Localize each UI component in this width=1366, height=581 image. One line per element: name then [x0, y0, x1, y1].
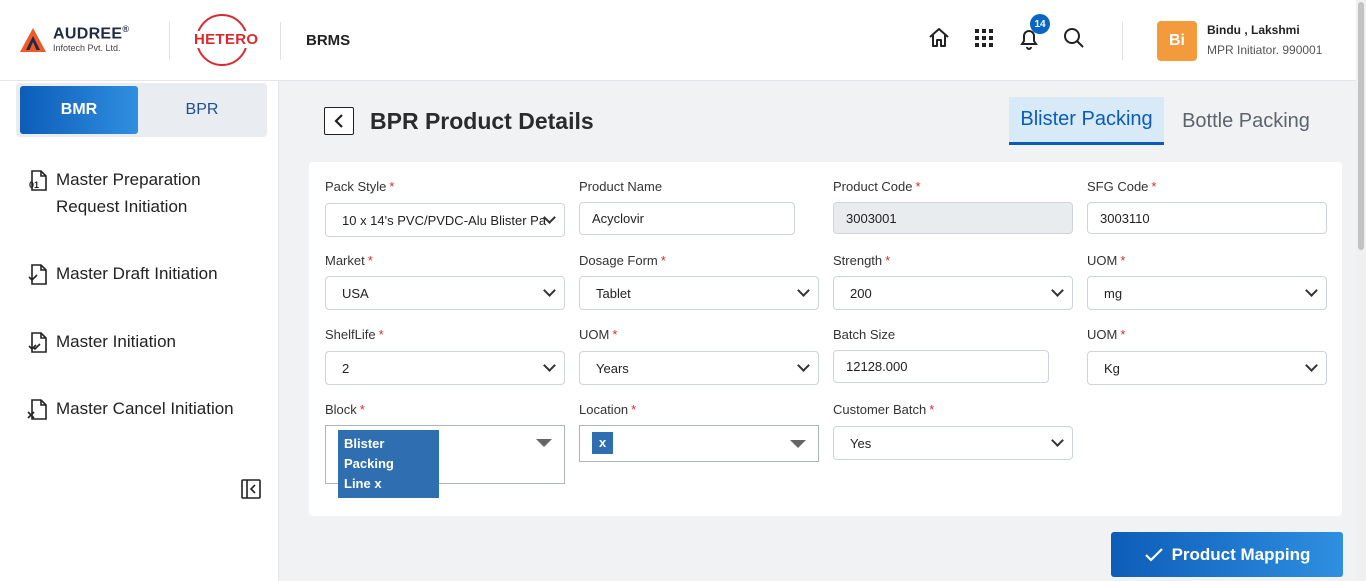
strength-field: Strength * 200: [833, 253, 1073, 310]
dropdown-caret-icon[interactable]: [536, 439, 552, 447]
top-header: AUDREE® Infotech Pvt. Ltd. HETERO BRMS 1…: [0, 0, 1366, 81]
sidebar: BMR BPR 01 Master Preparation Request In…: [0, 81, 279, 581]
toggle-bmr[interactable]: BMR: [20, 86, 138, 134]
location-chip[interactable]: x: [592, 432, 614, 454]
tab-blister-packing[interactable]: Blister Packing: [1009, 97, 1164, 145]
document-01-icon: 01: [29, 170, 47, 191]
back-button[interactable]: [324, 107, 354, 135]
sidebar-item-master-initiation[interactable]: Master Initiation: [26, 332, 176, 355]
field-label: Dosage Form *: [579, 253, 666, 268]
location-field: Location * x: [579, 402, 819, 462]
batch-uom-select[interactable]: Kg: [1087, 351, 1327, 385]
block-multiselect[interactable]: Blister Packing Line x: [325, 425, 565, 498]
brand-name: AUDREE®: [53, 24, 130, 43]
user-role: MPR Initiator. 990001: [1207, 43, 1323, 57]
field-label: ShelfLife *: [325, 327, 384, 342]
app-name: BRMS: [306, 32, 351, 49]
customer-batch-field: Customer Batch * Yes: [833, 402, 1073, 460]
field-label: SFG Code *: [1087, 179, 1157, 194]
hetero-logo-text: HETERO: [192, 31, 261, 48]
hetero-logo: HETERO: [192, 14, 261, 66]
field-label: UOM *: [1087, 253, 1126, 268]
notification-badge: 14: [1030, 14, 1050, 34]
field-label: Market *: [325, 253, 373, 268]
sidebar-item-master-preparation[interactable]: 01 Master Preparation Request Initiation: [26, 170, 201, 220]
field-label: Customer Batch *: [833, 402, 935, 417]
field-label: UOM *: [1087, 327, 1126, 342]
field-label: Product Name: [579, 179, 663, 194]
document-cancel-icon: [27, 399, 47, 420]
field-label: Location *: [579, 402, 637, 417]
dosage-form-field: Dosage Form * Tablet: [579, 253, 819, 310]
sidebar-item-label: Master Initiation: [56, 332, 176, 351]
product-mapping-button[interactable]: Product Mapping: [1111, 532, 1343, 577]
shelf-life-field: ShelfLife * 2: [325, 327, 565, 385]
sidebar-item-label: Master Cancel Initiation: [56, 399, 234, 418]
bmr-bpr-toggle: BMR BPR: [16, 83, 267, 137]
market-field: Market * USA: [325, 253, 565, 310]
checkmark-icon: [1144, 547, 1163, 562]
apps-grid-icon[interactable]: [970, 24, 998, 52]
dosage-form-select[interactable]: Tablet: [579, 276, 819, 310]
field-label: Product Code *: [833, 179, 921, 194]
document-check-icon: [28, 264, 47, 285]
sidebar-item-master-draft[interactable]: Master Draft Initiation: [26, 264, 218, 287]
sfg-code-field: SFG Code * 3003110: [1087, 179, 1327, 234]
chevron-left-icon: [334, 114, 343, 128]
product-name-field: Product Name Acyclovir: [579, 179, 819, 235]
divider: [280, 22, 281, 60]
avatar[interactable]: Bi: [1157, 21, 1197, 61]
uom-field: UOM * mg: [1087, 253, 1327, 310]
product-name-input[interactable]: Acyclovir: [579, 202, 795, 235]
batch-uom-field: UOM * Kg: [1087, 327, 1327, 385]
sfg-code-input[interactable]: 3003110: [1087, 202, 1327, 234]
block-field: Block * Blister Packing Line x: [325, 402, 565, 498]
home-icon[interactable]: [925, 24, 953, 52]
audree-logo: AUDREE® Infotech Pvt. Ltd.: [20, 24, 150, 58]
sidebar-item-label: Master Preparation Request Initiation: [56, 170, 201, 216]
block-chip[interactable]: Blister Packing Line x: [338, 430, 439, 498]
tab-bottle-packing[interactable]: Bottle Packing: [1172, 97, 1320, 145]
batch-size-input[interactable]: 12128.000: [833, 350, 1049, 383]
product-code-input: 3003001: [833, 202, 1073, 234]
shelf-life-uom-select[interactable]: Years: [579, 351, 819, 385]
page-title: BPR Product Details: [370, 108, 594, 134]
divider: [1122, 22, 1123, 60]
dropdown-caret-icon[interactable]: [790, 440, 806, 448]
location-multiselect[interactable]: x: [579, 425, 819, 462]
user-name: Bindu , Lakshmi: [1207, 23, 1300, 37]
brand-sub: Infotech Pvt. Ltd.: [53, 43, 121, 53]
product-mapping-label: Product Mapping: [1171, 544, 1311, 564]
document-double-check-icon: [28, 332, 47, 353]
collapse-sidebar-icon[interactable]: [240, 478, 262, 500]
batch-size-field: Batch Size 12128.000: [833, 327, 1073, 383]
field-label: Batch Size: [833, 327, 896, 342]
svg-text:01: 01: [29, 180, 39, 190]
field-label: Pack Style *: [325, 179, 395, 194]
pack-style-select[interactable]: 10 x 14's PVC/PVDC-Alu Blister Pa: [325, 203, 565, 237]
shelf-life-uom-field: UOM * Years: [579, 327, 819, 385]
uom-select[interactable]: mg: [1087, 276, 1327, 310]
strength-select[interactable]: 200: [833, 276, 1073, 310]
page-scrollbar[interactable]: [1356, 0, 1366, 581]
product-code-field: Product Code * 3003001: [833, 179, 1073, 234]
market-select[interactable]: USA: [325, 276, 565, 310]
divider: [169, 22, 170, 60]
field-label: Strength *: [833, 253, 891, 268]
audree-logo-mark-icon: [20, 28, 46, 52]
sidebar-item-master-cancel[interactable]: Master Cancel Initiation: [26, 399, 234, 422]
scrollbar-thumb[interactable]: [1358, 2, 1364, 250]
sidebar-item-label: Master Draft Initiation: [56, 264, 218, 283]
customer-batch-select[interactable]: Yes: [833, 426, 1073, 460]
field-label: UOM *: [579, 327, 618, 342]
shelf-life-select[interactable]: 2: [325, 351, 565, 385]
pack-style-field: Pack Style * 10 x 14's PVC/PVDC-Alu Blist…: [325, 179, 565, 237]
product-details-form: Pack Style * 10 x 14's PVC/PVDC-Alu Blist…: [309, 162, 1342, 516]
field-label: Block *: [325, 402, 365, 417]
toggle-bpr[interactable]: BPR: [140, 86, 264, 134]
search-icon[interactable]: [1060, 24, 1088, 52]
